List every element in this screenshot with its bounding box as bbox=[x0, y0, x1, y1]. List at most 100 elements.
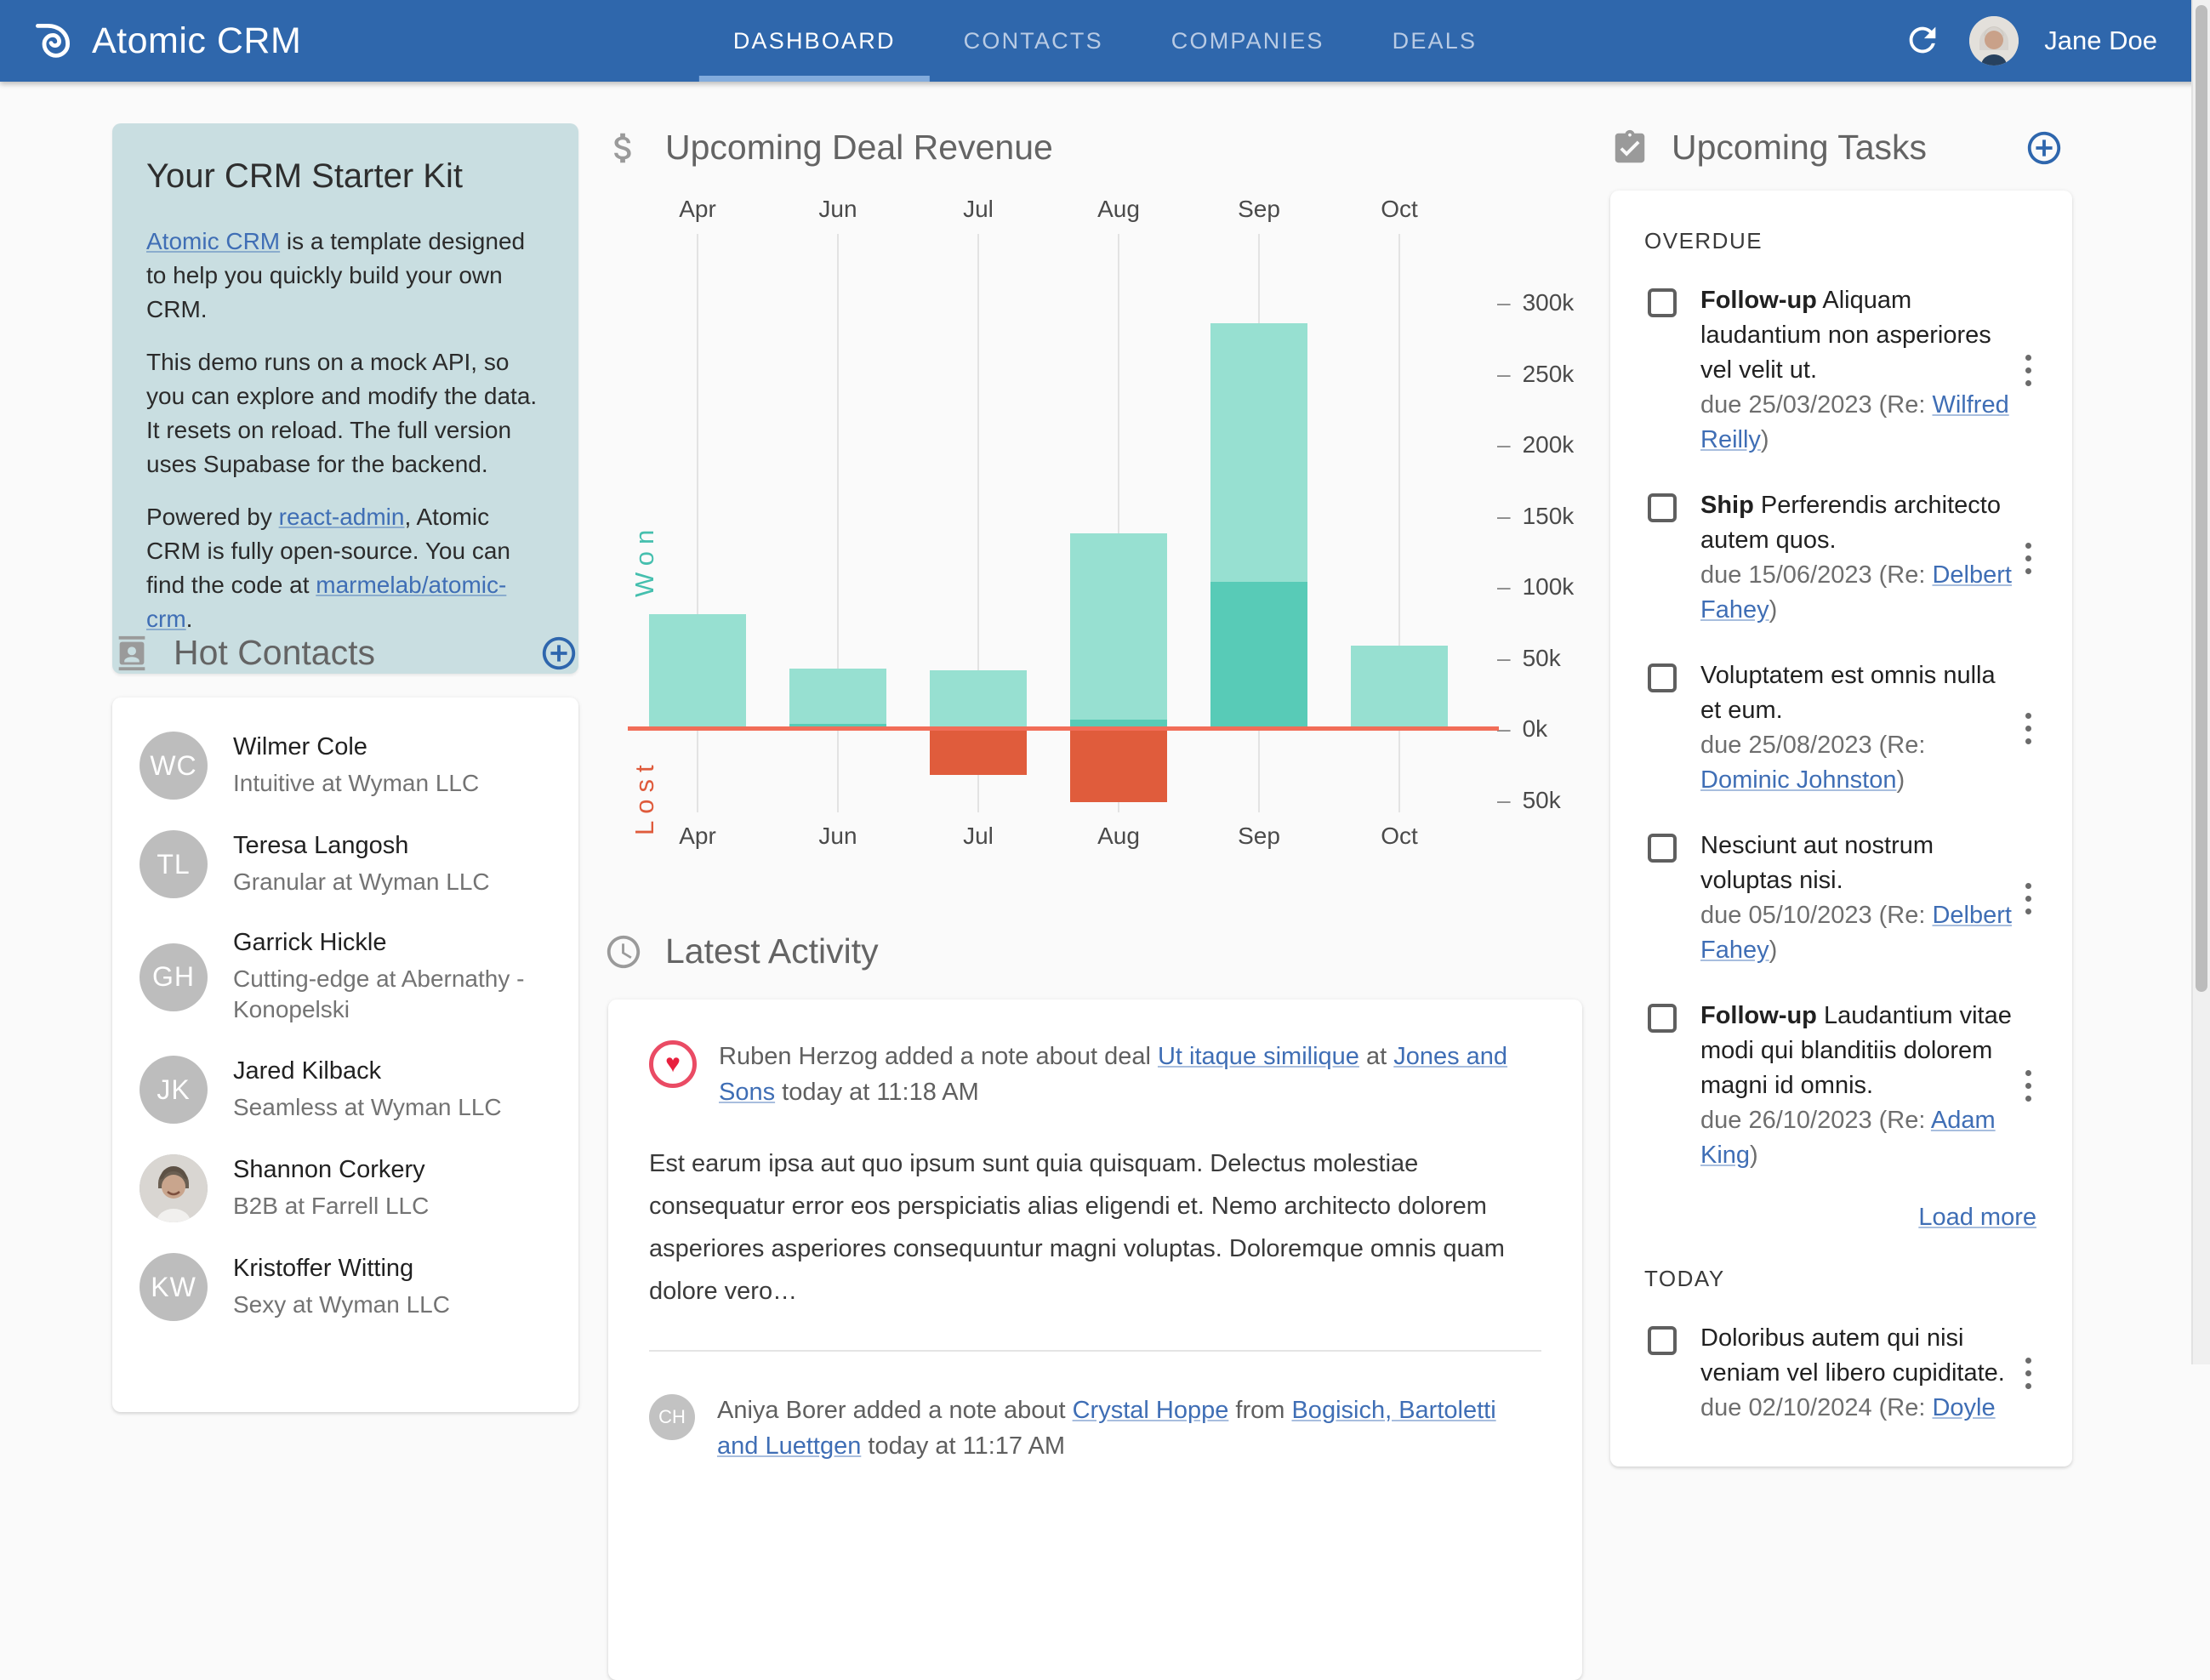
contact-subtitle: Granular at Wyman LLC bbox=[233, 868, 490, 895]
deal-revenue-chart: Won Lost Apr Apr Jun Jun Jul Jul Aug Aug Sep Sep O… bbox=[604, 196, 1582, 851]
kebab-menu-icon[interactable] bbox=[2019, 536, 2038, 581]
kebab-menu-icon[interactable] bbox=[2019, 1063, 2038, 1108]
task-checkbox[interactable] bbox=[1648, 1004, 1677, 1033]
avatar: JK bbox=[140, 1056, 208, 1124]
add-task-button[interactable] bbox=[2025, 128, 2064, 168]
task-due: due 25/03/2023 (Re: Wilfred Reilly) bbox=[1700, 391, 2009, 453]
contact-row-teresa-langosh[interactable]: TL Teresa Langosh Granular at Wyman LLC bbox=[112, 815, 578, 914]
contact-row-jared-kilback[interactable]: JK Jared Kilback Seamless at Wyman LLC bbox=[112, 1040, 578, 1139]
brand-title: Atomic CRM bbox=[92, 20, 302, 61]
task-text: Follow-up Aliquam laudantium non asperio… bbox=[1700, 287, 1991, 384]
contact-subtitle: Cutting-edge at Abernathy - Konopelski bbox=[233, 965, 525, 1022]
month-tick-bottom: Sep bbox=[1238, 823, 1280, 849]
user-avatar[interactable] bbox=[1969, 16, 2019, 65]
kebab-menu-icon[interactable] bbox=[2019, 706, 2038, 751]
starter-kit-paragraph-2: This demo runs on a mock API, so you can… bbox=[146, 349, 538, 477]
contact-name: Garrick Hickle bbox=[233, 929, 387, 956]
contact-link[interactable]: Crystal Hoppe bbox=[1073, 1397, 1229, 1424]
deal-link[interactable]: Ut itaque similique bbox=[1158, 1043, 1359, 1070]
crm-starter-kit-card: Your CRM Starter Kit Atomic CRM is a tem… bbox=[112, 123, 578, 674]
task-checkbox[interactable] bbox=[1648, 288, 1677, 317]
add-contact-button[interactable] bbox=[539, 634, 578, 673]
task-text: Follow-up Laudantium vitae modi qui blan… bbox=[1700, 1002, 2012, 1099]
avatar: CH bbox=[649, 1394, 695, 1440]
zero-line bbox=[628, 726, 1499, 731]
latest-activity-title: Latest Activity bbox=[665, 931, 879, 971]
page-scrollbar-track[interactable] bbox=[2191, 0, 2210, 1364]
activity-item-deal-note: ♥ Ruben Herzog added a note about deal U… bbox=[649, 1039, 1541, 1110]
month-tick-top: Jul bbox=[963, 196, 994, 222]
username[interactable]: Jane Doe bbox=[2044, 26, 2157, 56]
contact-card-icon bbox=[112, 634, 151, 673]
refresh-icon[interactable] bbox=[1901, 20, 1944, 62]
task-checkbox[interactable] bbox=[1648, 663, 1677, 692]
page-scrollbar-thumb[interactable] bbox=[2196, 5, 2207, 992]
contact-name: Jared Kilback bbox=[233, 1056, 382, 1085]
tab-contacts[interactable]: CONTACTS bbox=[930, 0, 1137, 82]
y-axis-tick: –250k bbox=[1497, 360, 1575, 387]
task-item: Doloribus autem qui nisi veniam vel libe… bbox=[1644, 1321, 2038, 1426]
contact-subtitle: B2B at Farrell LLC bbox=[233, 1192, 430, 1219]
contact-row-shannon-corkery[interactable]: Shannon Corkery B2B at Farrell LLC bbox=[112, 1139, 578, 1238]
contact-name: Shannon Corkery bbox=[233, 1155, 425, 1183]
y-axis-tick: –50k bbox=[1497, 786, 1561, 813]
month-tick-bottom: Jun bbox=[818, 823, 857, 849]
y-axis-tick: –50k bbox=[1497, 644, 1561, 671]
atomic-crm-logo-icon bbox=[32, 20, 73, 61]
deal-revenue-header: Upcoming Deal Revenue bbox=[604, 128, 1053, 168]
task-contact-link[interactable]: Doyle bbox=[1932, 1394, 1995, 1421]
overdue-label: OVERDUE bbox=[1644, 228, 1763, 253]
tab-dashboard[interactable]: DASHBOARD bbox=[698, 0, 930, 82]
nav-right: Jane Doe bbox=[1901, 16, 2157, 65]
contact-name: Teresa Langosh bbox=[233, 831, 409, 859]
bar-won-expected bbox=[1351, 646, 1448, 728]
task-checkbox[interactable] bbox=[1648, 834, 1677, 863]
kebab-menu-icon[interactable] bbox=[2019, 348, 2038, 393]
month-tick-top: Oct bbox=[1381, 196, 1418, 222]
won-axis-label: Won bbox=[629, 522, 659, 597]
task-text: Nesciunt aut nostrum voluptas nisi. bbox=[1700, 832, 1934, 894]
upcoming-tasks-title: Upcoming Tasks bbox=[1672, 128, 1928, 167]
task-text: Doloribus autem qui nisi veniam vel libe… bbox=[1700, 1324, 2005, 1387]
month-tick-bottom: Oct bbox=[1381, 823, 1418, 849]
task-checkbox[interactable] bbox=[1648, 1326, 1677, 1355]
bar-won-expected bbox=[1070, 533, 1167, 720]
month-tick-bottom: Jul bbox=[963, 823, 994, 849]
kebab-menu-icon[interactable] bbox=[2019, 1351, 2038, 1396]
task-checkbox[interactable] bbox=[1648, 493, 1677, 522]
load-more-link[interactable]: Load more bbox=[1918, 1204, 2036, 1231]
brand[interactable]: Atomic CRM bbox=[32, 20, 301, 62]
bar-won-expected bbox=[649, 614, 746, 728]
react-admin-link[interactable]: react-admin bbox=[279, 504, 405, 530]
task-text: Voluptatem est omnis nulla et eum. bbox=[1700, 662, 1996, 724]
hot-contacts-card: WC Wilmer Cole Intuitive at Wyman LLC TL… bbox=[112, 698, 578, 1412]
activity-item-contact-note: CH Aniya Borer added a note about Crysta… bbox=[649, 1392, 1541, 1464]
contact-row-kristoffer-witting[interactable]: KW Kristoffer Witting Sexy at Wyman LLC bbox=[112, 1238, 578, 1336]
month-tick-top: Apr bbox=[679, 196, 716, 222]
task-item: Ship Perferendis architecto autem quos. … bbox=[1644, 488, 2038, 628]
contact-subtitle: Intuitive at Wyman LLC bbox=[233, 769, 480, 796]
activity-timestamp: today at 11:17 AM bbox=[861, 1432, 1066, 1460]
contact-name: Kristoffer Witting bbox=[233, 1254, 414, 1282]
tab-deals[interactable]: DEALS bbox=[1358, 0, 1512, 82]
task-due: due 05/10/2023 (Re: Delbert Fahey) bbox=[1700, 902, 2012, 964]
starter-kit-title: Your CRM Starter Kit bbox=[146, 157, 463, 195]
dollar-icon bbox=[604, 128, 643, 168]
month-tick-bottom: Apr bbox=[679, 823, 716, 849]
atomic-crm-link[interactable]: Atomic CRM bbox=[146, 228, 280, 254]
task-contact-link[interactable]: Dominic Johnston bbox=[1700, 766, 1897, 794]
y-axis-tick: –150k bbox=[1497, 502, 1575, 529]
contact-subtitle: Seamless at Wyman LLC bbox=[233, 1093, 502, 1120]
kebab-menu-icon[interactable] bbox=[2019, 876, 2038, 921]
load-more-row: Load more bbox=[1644, 1204, 2036, 1232]
contact-row-garrick-hickle[interactable]: GH Garrick Hickle Cutting-edge at Aberna… bbox=[112, 914, 578, 1040]
task-due: due 15/06/2023 (Re: Delbert Fahey) bbox=[1700, 561, 2012, 624]
bar-lost bbox=[930, 728, 1027, 776]
contact-row-wilmer-cole[interactable]: WC Wilmer Cole Intuitive at Wyman LLC bbox=[112, 716, 578, 815]
hot-contacts-header: Hot Contacts bbox=[112, 633, 578, 673]
upcoming-tasks-header: Upcoming Tasks bbox=[1610, 128, 2072, 168]
task-due: due 26/10/2023 (Re: Adam King) bbox=[1700, 1107, 1996, 1169]
tab-companies[interactable]: COMPANIES bbox=[1137, 0, 1358, 82]
avatar: WC bbox=[140, 732, 208, 800]
task-item: Voluptatem est omnis nulla et eum. due 2… bbox=[1644, 658, 2038, 798]
